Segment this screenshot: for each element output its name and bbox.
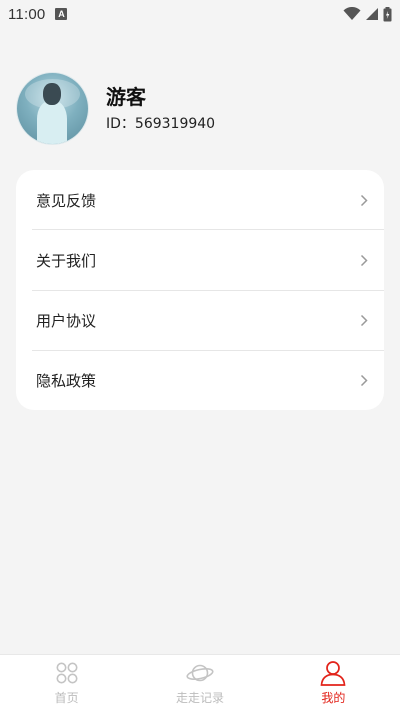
menu-item-label: 隐私政策 — [36, 371, 97, 390]
battery-icon — [383, 6, 392, 21]
menu-item-feedback[interactable]: 意见反馈 — [32, 170, 384, 230]
bottom-tab-bar: 首页 走走记录 我的 — [0, 654, 400, 711]
menu-item-user-agreement[interactable]: 用户协议 — [32, 290, 384, 350]
person-icon — [320, 660, 346, 686]
chevron-right-icon — [358, 253, 370, 267]
menu-item-label: 意见反馈 — [36, 191, 97, 210]
menu-item-label: 关于我们 — [36, 251, 97, 270]
tab-mine[interactable]: 我的 — [267, 655, 400, 711]
menu-card: 意见反馈 关于我们 用户协议 隐私政策 — [16, 170, 384, 410]
tab-walk-records[interactable]: 走走记录 — [133, 655, 266, 711]
chevron-right-icon — [358, 193, 370, 207]
menu-item-label: 用户协议 — [36, 311, 97, 330]
planet-icon — [186, 660, 214, 686]
tab-label: 我的 — [321, 691, 346, 705]
tab-label: 首页 — [54, 691, 79, 705]
home-grid-icon — [55, 660, 79, 686]
wifi-icon — [343, 7, 361, 20]
avatar[interactable] — [17, 73, 88, 144]
tab-label: 走走记录 — [175, 691, 224, 705]
profile-header: 游客 ID：569319940 — [17, 73, 215, 144]
status-right — [343, 6, 392, 22]
status-time: 11:00 — [8, 5, 46, 23]
status-bar: 11:00 A — [0, 0, 400, 28]
chevron-right-icon — [358, 373, 370, 387]
signal-icon — [366, 8, 378, 20]
profile-name: 游客 — [106, 84, 146, 109]
chevron-right-icon — [358, 313, 370, 327]
status-left: 11:00 A — [8, 5, 68, 23]
profile-info: 游客 ID：569319940 — [106, 85, 215, 133]
tab-home[interactable]: 首页 — [0, 655, 133, 711]
profile-id: ID：569319940 — [106, 115, 216, 132]
menu-item-privacy-policy[interactable]: 隐私政策 — [32, 350, 384, 410]
menu-item-about-us[interactable]: 关于我们 — [32, 230, 384, 290]
notification-a-icon: A — [55, 8, 68, 20]
